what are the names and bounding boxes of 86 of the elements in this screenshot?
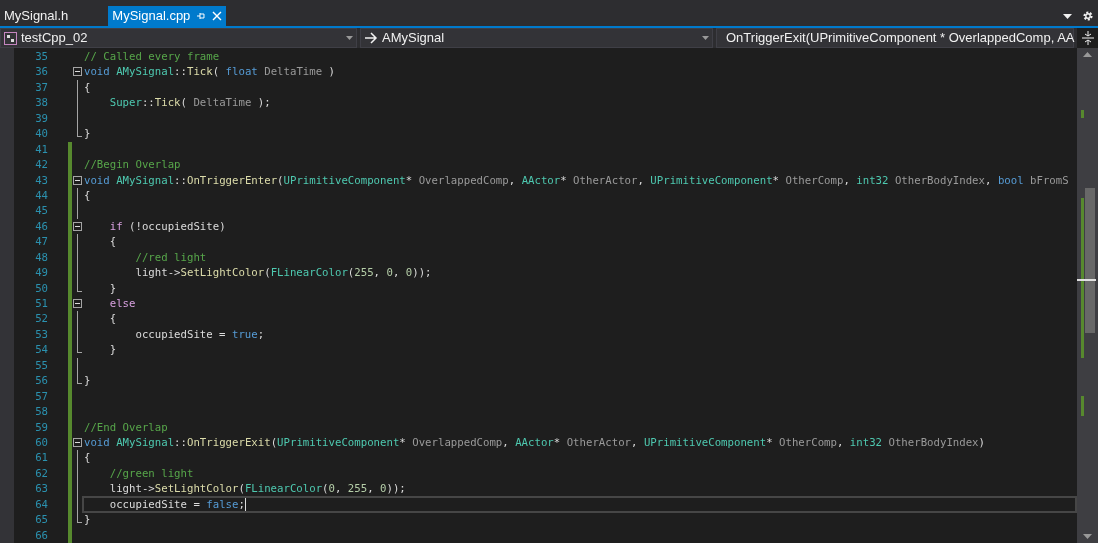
project-icon: [4, 31, 17, 45]
line-number: 49: [34, 265, 48, 281]
code-line: {: [84, 79, 91, 96]
line-number: 48: [34, 249, 48, 266]
line-number: 36: [34, 64, 48, 80]
line-number: 54: [34, 342, 48, 358]
line-number: 42: [34, 157, 48, 173]
code-line: light->SetLightColor(FLinearColor(0, 255, 0));: [108, 481, 406, 497]
line-number: 37: [34, 79, 48, 96]
code-line: occupiedSite = false;: [108, 496, 246, 513]
code-line: if (!occupiedSite): [108, 218, 226, 235]
scroll-up-icon[interactable]: [1083, 52, 1092, 57]
code-line: // Called every frame: [84, 49, 220, 65]
collapse-icon[interactable]: [73, 175, 82, 185]
close-icon[interactable]: [212, 11, 223, 21]
collapse-icon[interactable]: [73, 67, 82, 77]
line-number: 38: [34, 95, 48, 111]
dropdown-value: AMySignal: [382, 29, 446, 48]
line-number: 35: [34, 49, 48, 65]
code-line: {: [84, 187, 91, 204]
line-number: 58: [34, 404, 48, 420]
text-cursor: [244, 498, 246, 512]
pin-icon[interactable]: [196, 11, 207, 21]
caret-position-marker: [1077, 279, 1096, 281]
code-line: {: [108, 311, 117, 327]
arrow-icon: [364, 32, 378, 44]
change-marker: [1081, 110, 1084, 118]
code-line: }: [108, 342, 117, 358]
code-line: {: [84, 450, 91, 466]
code-line: //green light: [108, 465, 194, 482]
scrollbar-thumb[interactable]: [1085, 188, 1095, 333]
caret-icon[interactable]: [346, 36, 353, 40]
code-line: else: [108, 296, 136, 312]
line-number: 62: [34, 465, 48, 482]
line-number: 43: [34, 172, 48, 188]
line-number: 44: [34, 187, 48, 204]
line-number: 40: [34, 126, 48, 142]
line-number: 66: [34, 527, 48, 543]
code-line: //red light: [134, 249, 207, 266]
scroll-down-icon[interactable]: [1083, 534, 1092, 539]
line-number: 46: [34, 218, 48, 235]
code-line: occupiedSite = true;: [134, 326, 265, 343]
code-line: //Begin Overlap: [84, 157, 181, 173]
code-line: }: [84, 373, 91, 389]
line-number: 50: [34, 280, 48, 296]
code-line: light->SetLightColor(FLinearColor(255, 0, 0));: [134, 265, 432, 281]
code-line: }: [108, 280, 117, 296]
tab-label[interactable]: MySignal.cpp: [112, 6, 191, 26]
code-line: //End Overlap: [84, 419, 168, 435]
line-number: 51: [34, 296, 48, 312]
caret-icon[interactable]: [702, 36, 709, 40]
file-tab[interactable]: MySignal.cpp: [108, 6, 227, 26]
code-line: {: [108, 234, 117, 250]
settings-icon[interactable]: [1082, 10, 1094, 22]
collapse-icon[interactable]: [73, 221, 82, 231]
project-dropdown[interactable]: testCpp_02: [0, 28, 357, 48]
code-line: Super::Tick( DeltaTime );: [108, 95, 271, 111]
collapse-icon[interactable]: [73, 299, 82, 308]
change-marker: [1081, 396, 1084, 416]
line-number: 45: [34, 203, 48, 219]
line-number: 57: [34, 388, 48, 405]
line-number: 61: [34, 450, 48, 466]
line-number: 47: [34, 234, 48, 250]
scrollbar[interactable]: [1077, 48, 1098, 543]
code-line: void AMySignal::OnTriggerEnter(UPrimitiveComponent* OverlappedComp, AActor* OtherActor, UPrimitiveComponent* OtherComp, int32 OtherBodyIndex, bool bFromS: [84, 172, 1069, 188]
line-number: 39: [34, 110, 48, 127]
line-number: 53: [34, 326, 48, 343]
dropdown-icon[interactable]: [1063, 13, 1072, 19]
line-number: 41: [34, 141, 48, 158]
code-line: void AMySignal::Tick( float DeltaTime ): [84, 64, 336, 80]
line-number: 64: [34, 496, 48, 513]
split-button[interactable]: [1077, 28, 1098, 48]
collapse-icon[interactable]: [73, 437, 82, 447]
line-number: 59: [34, 419, 48, 435]
dropdown-value: testCpp_02: [21, 29, 89, 48]
code-line: void AMySignal::OnTriggerExit(UPrimitiveComponent* OverlappedComp, AActor* OtherActor, UPrimitiveComponent* OtherComp, int32 OtherBodyIndex): [84, 434, 985, 451]
file-tab[interactable]: MySignal.h: [0, 6, 73, 26]
line-number: 56: [34, 373, 48, 389]
line-number: 65: [34, 512, 48, 528]
scope-dropdown[interactable]: AMySignal: [360, 28, 713, 48]
code-line: }: [84, 512, 91, 528]
line-number: 52: [34, 311, 48, 327]
line-number: 60: [34, 434, 48, 451]
line-number: 55: [34, 357, 48, 374]
line-number: 63: [34, 481, 48, 497]
code-line: }: [84, 126, 91, 142]
